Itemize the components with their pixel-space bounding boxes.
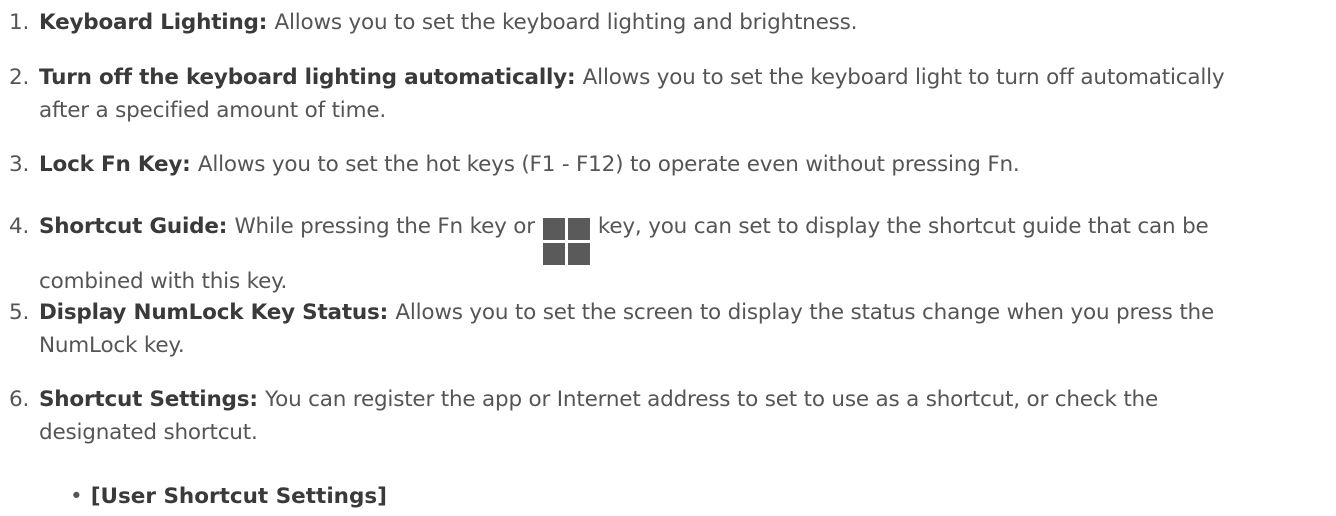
windows-key-icon <box>542 218 590 265</box>
item-description-continued: combined with this key. <box>39 269 288 294</box>
item-separator: : <box>258 10 275 35</box>
item-number: 3. <box>9 152 30 177</box>
list-item: 4. Shortcut Guide: While pressing the Fn … <box>9 210 1209 298</box>
item-term: Lock Fn Key <box>39 152 183 177</box>
item-description-continued: designated shortcut. <box>39 420 258 445</box>
item-term: Shortcut Guide <box>39 214 219 239</box>
bullet-icon: • <box>70 484 83 509</box>
sub-item-label: [User Shortcut Settings] <box>90 484 388 509</box>
item-description: Allows you to set the keyboard light to … <box>582 65 1225 90</box>
item-term: Display NumLock Key Status <box>39 300 380 325</box>
item-term: Keyboard Lighting <box>39 10 259 35</box>
item-description: Allows you to set the hot keys (F1 - F12… <box>197 152 1020 177</box>
item-number: 1. <box>9 10 30 35</box>
item-number: 2. <box>9 65 30 90</box>
item-separator: : <box>379 300 396 325</box>
list-item: 1. Keyboard Lighting: Allows you to set t… <box>9 6 857 39</box>
item-description-end: key, you can set to display the shortcut… <box>597 214 1209 239</box>
feature-list: 1. Keyboard Lighting: Allows you to set t… <box>0 0 1336 516</box>
sub-list-item: • [User Shortcut Settings] <box>70 480 387 513</box>
item-description: Allows you to set the screen to display … <box>395 300 1214 325</box>
item-number: 4. <box>9 214 30 239</box>
list-item: 2. Turn off the keyboard lighting automat… <box>9 61 1225 127</box>
item-separator: : <box>182 152 198 177</box>
item-separator: : <box>218 214 235 239</box>
item-description: You can register the app or Internet add… <box>265 387 1159 412</box>
item-term: Shortcut Settings <box>39 387 250 412</box>
list-item: 3. Lock Fn Key: Allows you to set the hot… <box>9 148 1020 181</box>
item-number: 5. <box>9 300 30 325</box>
list-item: 5. Display NumLock Key Status: Allows you… <box>9 296 1214 362</box>
list-item: 6. Shortcut Settings: You can register th… <box>9 383 1158 449</box>
item-description-continued: after a specified amount of time. <box>39 98 386 123</box>
item-description: Allows you to set the keyboard lighting … <box>274 10 858 35</box>
item-separator: : <box>249 387 266 412</box>
item-separator: : <box>566 65 583 90</box>
item-description: While pressing the Fn key or <box>234 214 535 239</box>
item-description-continued: NumLock key. <box>39 333 185 358</box>
item-number: 6. <box>9 387 30 412</box>
item-term: Turn off the keyboard lighting automatic… <box>39 65 567 90</box>
